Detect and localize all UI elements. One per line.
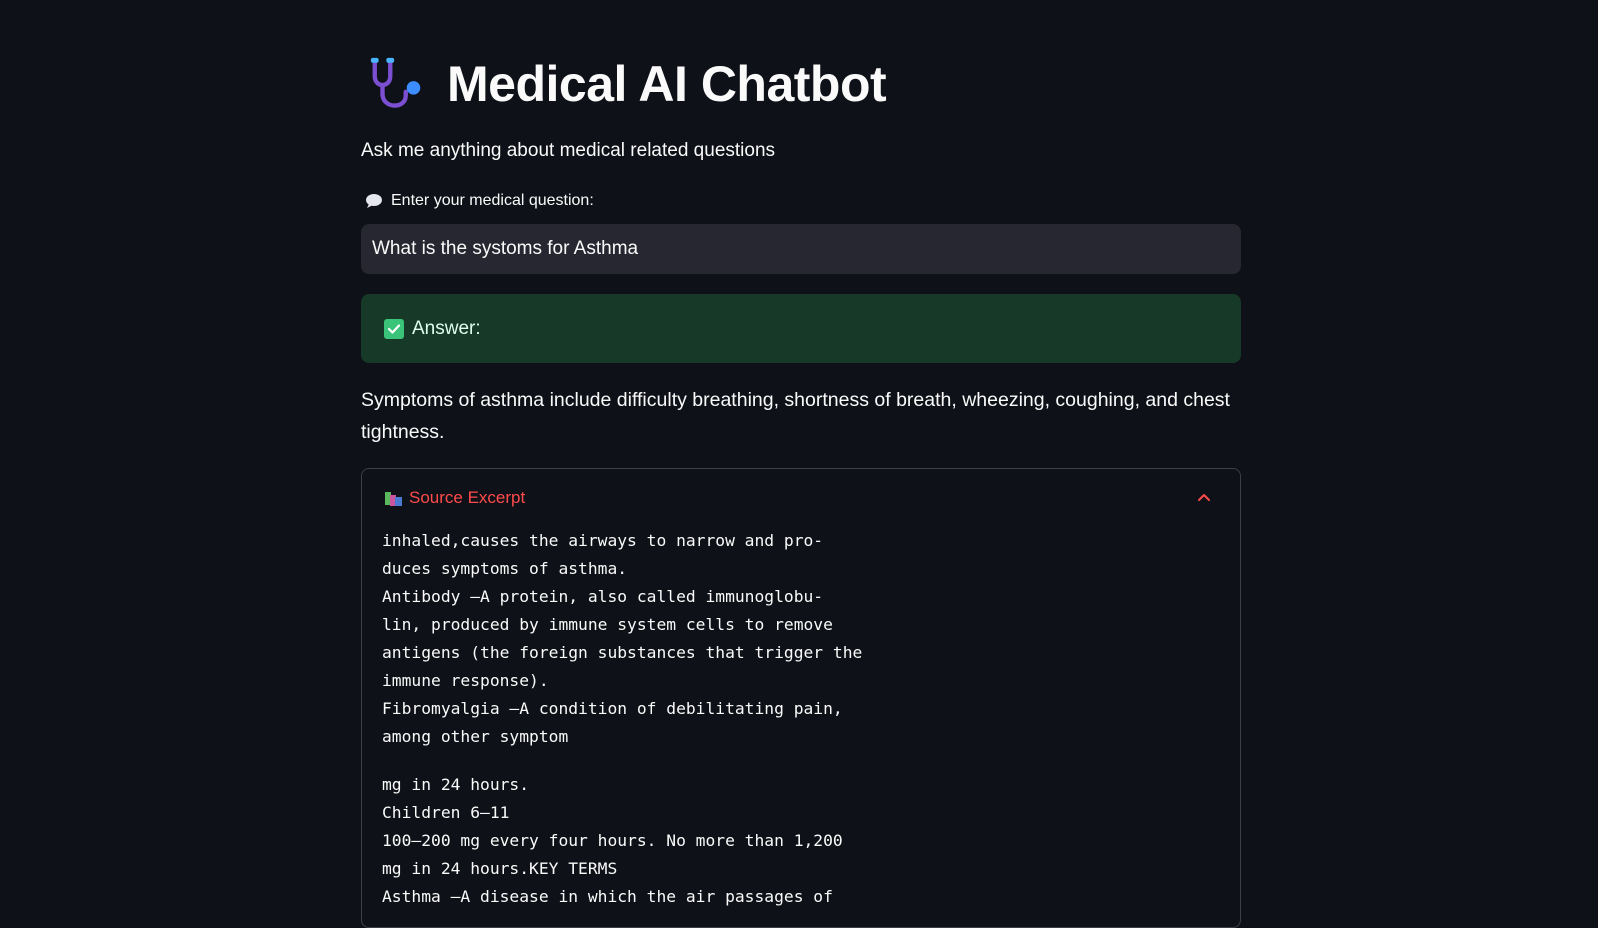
books-icon: [385, 491, 402, 506]
speech-balloon-icon: [366, 194, 382, 208]
question-label-text: Enter your medical question:: [391, 192, 594, 209]
source-expander: Source Excerpt inhaled,causes the airway…: [361, 468, 1241, 928]
answer-text: Symptoms of asthma include difficulty br…: [361, 389, 1230, 443]
source-excerpt-text: inhaled,causes the airways to narrow and…: [382, 531, 863, 746]
chevron-up-icon[interactable]: [1196, 490, 1212, 506]
source-expander-header[interactable]: Source Excerpt: [362, 469, 1240, 527]
page-subtitle: Ask me anything about medical related qu…: [361, 140, 776, 161]
source-expander-title: Source Excerpt: [409, 488, 526, 507]
title-row: Medical AI Chatbot: [367, 48, 887, 120]
stethoscope-icon: [370, 57, 421, 108]
source-excerpt-text-2: mg in 24 hours. Children 6–11 100–200 mg…: [382, 775, 843, 906]
answer-alert: Answer:: [361, 294, 1241, 363]
question-input[interactable]: [361, 224, 1241, 274]
page-title: Medical AI Chatbot: [447, 56, 887, 112]
question-label: Enter your medical question:: [365, 192, 594, 210]
check-mark-icon: [384, 318, 404, 339]
answer-heading: Answer:: [412, 317, 481, 339]
